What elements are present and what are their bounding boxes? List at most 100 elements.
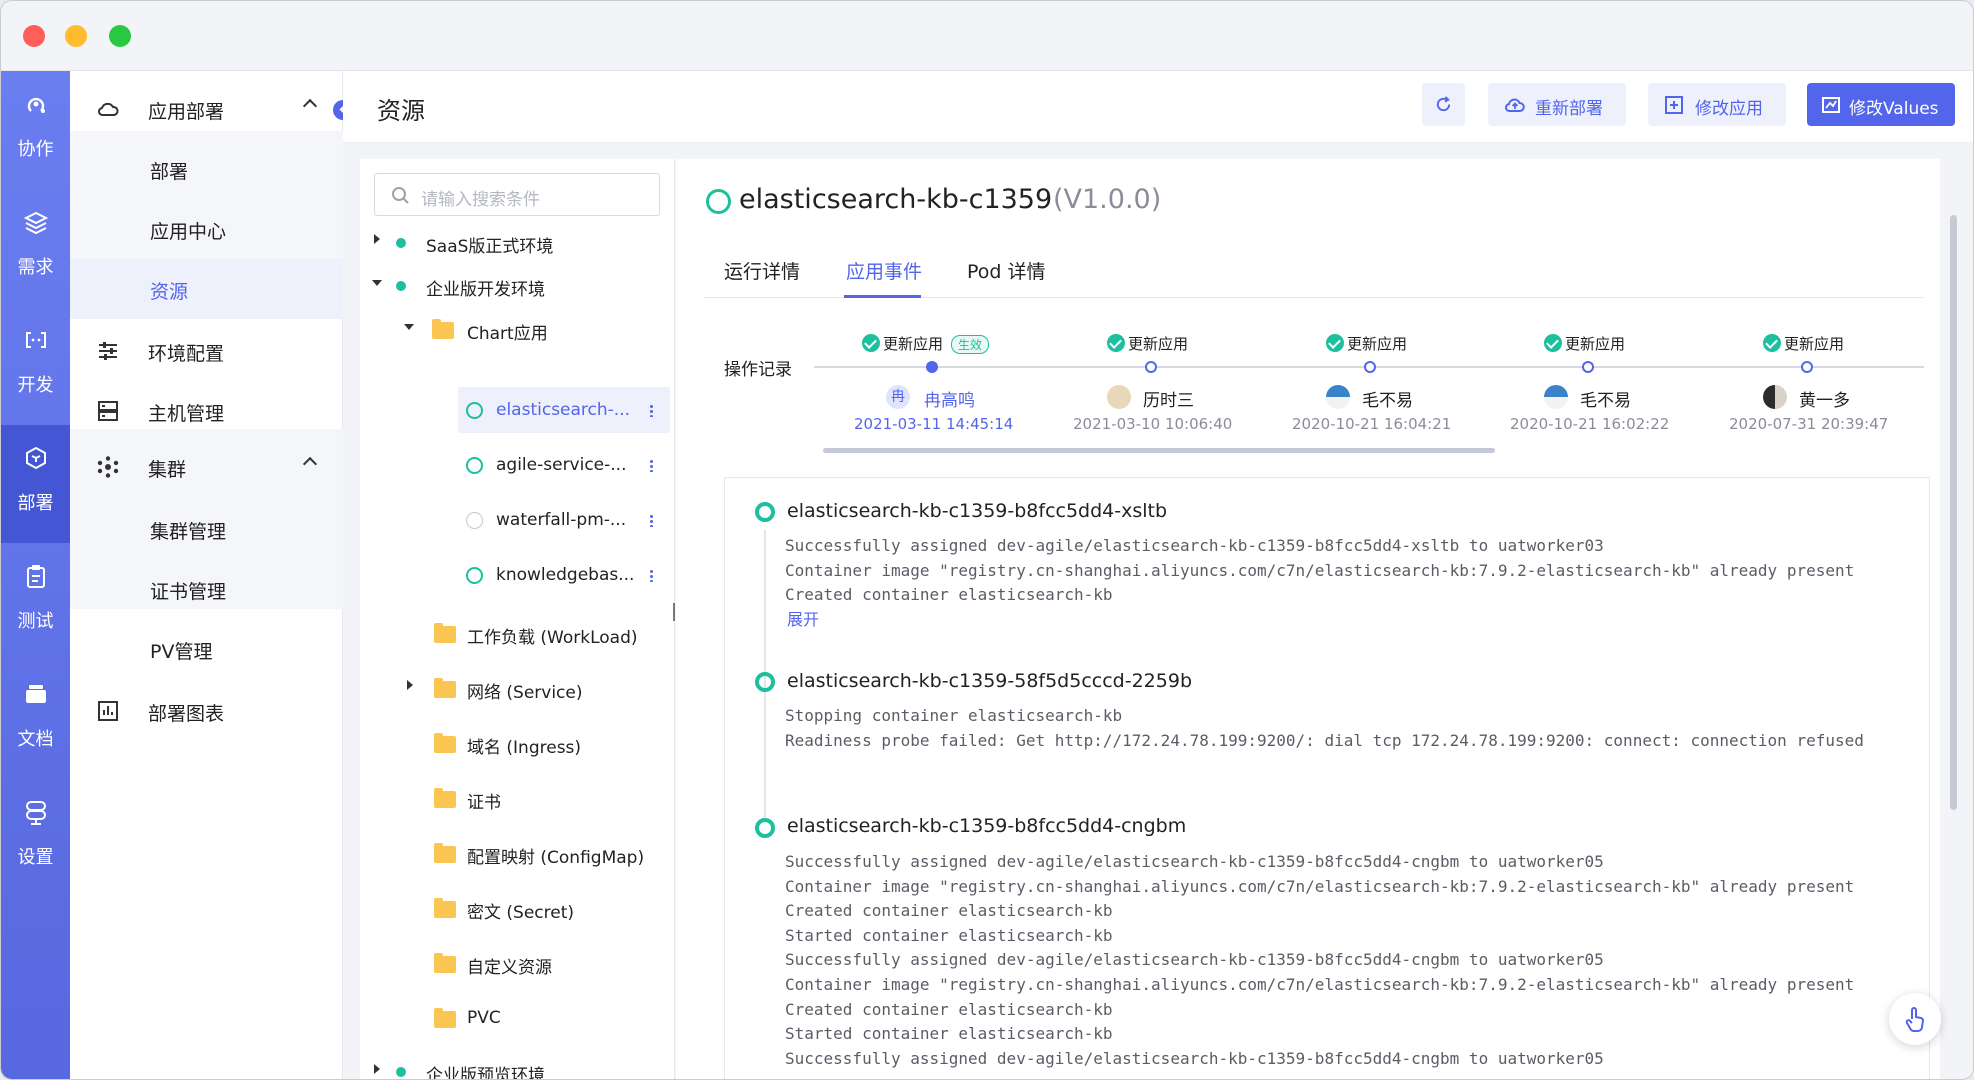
rail-label: 部署	[17, 493, 54, 514]
event-title: elasticsearch-kb-c1359-58f5d5cccd-2259b	[787, 670, 1193, 692]
tree-node-enterprise-dev-env[interactable]: 企业版开发环境	[426, 275, 545, 300]
rail-item-collaboration[interactable]: 协作	[1, 71, 70, 189]
redeploy-button[interactable]: 重新部署	[1488, 83, 1626, 126]
page-title: 资源	[377, 97, 425, 125]
stopped-status-icon	[466, 512, 483, 529]
expand-link[interactable]: 展开	[787, 606, 819, 630]
timeline-user: 历时三	[1143, 391, 1194, 411]
sidebar-item-env-config[interactable]: 环境配置	[70, 321, 343, 381]
rail-item-development[interactable]: 开发	[1, 307, 70, 425]
timeline-event-action: 更新应用	[1763, 333, 1844, 354]
rail-item-docs[interactable]: 文档	[1, 661, 70, 779]
close-window-button[interactable]	[23, 25, 45, 47]
minimize-window-button[interactable]	[65, 25, 87, 47]
sidebar-item-label: 部署	[150, 161, 189, 183]
server-icon	[98, 401, 118, 421]
modify-app-button[interactable]: 修改应用	[1648, 83, 1786, 126]
event-connector	[764, 698, 766, 820]
expand-icon[interactable]	[407, 680, 413, 690]
tree-node-workload[interactable]: 工作负载 (WorkLoad)	[467, 623, 638, 648]
module-rail: 协作 需求 开发 部署 测试 文档 设置	[1, 71, 70, 1079]
timeline-time: 2021-03-11 14:45:14	[854, 415, 1014, 433]
more-options-icon[interactable]	[650, 404, 653, 417]
maximize-window-button[interactable]	[109, 25, 131, 47]
tree-node-certificate[interactable]: 证书	[467, 788, 501, 813]
tree-node-service[interactable]: 网络 (Service)	[467, 678, 583, 703]
tab-run-details[interactable]: 运行详情	[724, 257, 800, 284]
sidebar-item-app-center[interactable]: 应用中心	[70, 199, 343, 259]
sidebar-item-label: 应用部署	[148, 101, 225, 123]
timeline-user: 毛不易	[1362, 391, 1413, 411]
modify-values-button[interactable]: 修改Values	[1807, 83, 1955, 126]
sidebar-item-label: PV管理	[150, 641, 213, 663]
help-button[interactable]	[1889, 993, 1941, 1045]
timeline-node[interactable]	[926, 361, 938, 373]
tree-node-secret[interactable]: 密文 (Secret)	[467, 898, 574, 923]
sidebar-item-cluster[interactable]: 集群	[70, 437, 343, 497]
rail-item-requirements[interactable]: 需求	[1, 189, 70, 307]
collapse-icon[interactable]	[372, 280, 382, 286]
app-name: elasticsearch-kb-c1359	[739, 184, 1053, 215]
sidebar-item-resource[interactable]: 资源	[70, 259, 343, 319]
sidebar-item-cert-mgmt[interactable]: 证书管理	[70, 559, 343, 619]
sidebar-item-label: 部署图表	[148, 703, 225, 725]
tree-node-app-agile-service[interactable]: agile-service-...	[496, 455, 627, 475]
sidebar-item-deploy-charts[interactable]: 部署图表	[70, 681, 343, 741]
event-status-icon	[755, 672, 775, 692]
expand-icon[interactable]	[374, 1064, 380, 1074]
panel-resize-handle[interactable]	[673, 603, 675, 621]
tab-pod-details[interactable]: Pod 详情	[967, 257, 1046, 284]
more-options-icon[interactable]	[650, 459, 653, 472]
rail-item-settings[interactable]: 设置	[1, 779, 70, 897]
expand-icon[interactable]	[374, 234, 380, 244]
refresh-button[interactable]	[1422, 83, 1465, 126]
sidebar-item-label: 证书管理	[150, 581, 227, 603]
redeploy-label: 重新部署	[1535, 99, 1603, 119]
tree-node-chart-app[interactable]: Chart应用	[467, 319, 548, 344]
tab-app-events[interactable]: 应用事件	[846, 257, 922, 284]
folder-icon	[432, 319, 454, 339]
tree-node-app-elasticsearch[interactable]: elasticsearch-...	[496, 400, 630, 420]
sidebar-item-pv-mgmt[interactable]: PV管理	[70, 619, 343, 679]
tree-node-configmap[interactable]: 配置映射 (ConfigMap)	[467, 843, 644, 868]
collapse-icon[interactable]	[404, 324, 414, 330]
bar-chart-icon	[98, 701, 118, 721]
active-tab-indicator	[844, 295, 921, 298]
sidebar-menu: 应用部署 部署 应用中心 资源 环境配置 主机管理 集群 集群管理 证书管理 P…	[70, 71, 343, 1079]
folder-icon	[434, 788, 456, 808]
more-options-icon[interactable]	[650, 514, 653, 527]
timeline-node[interactable]	[1582, 361, 1594, 373]
timeline-action-label: 更新应用	[883, 335, 944, 353]
check-circle-icon	[1544, 334, 1562, 352]
tree-node-app-waterfall-pm[interactable]: waterfall-pm-...	[496, 510, 626, 530]
timeline-node[interactable]	[1145, 361, 1157, 373]
tree-node-pvc[interactable]: PVC	[467, 1008, 501, 1028]
sidebar-item-host-mgmt[interactable]: 主机管理	[70, 381, 343, 441]
touch-hand-icon	[1905, 1007, 1924, 1033]
timeline-action-label: 更新应用	[1347, 335, 1408, 353]
rail-item-deploy[interactable]: 部署	[1, 425, 70, 543]
tree-node-app-knowledgebase[interactable]: knowledgebas...	[496, 565, 634, 585]
edit-box-icon	[1665, 96, 1683, 114]
folder-icon	[434, 1008, 456, 1028]
check-circle-icon	[1763, 334, 1781, 352]
sidebar-item-app-deploy[interactable]: 应用部署	[70, 79, 343, 139]
avatar	[1763, 385, 1787, 409]
timeline-node[interactable]	[1801, 361, 1813, 373]
timeline-scrollbar[interactable]	[823, 448, 1495, 453]
tree-node-custom-resource[interactable]: 自定义资源	[467, 953, 552, 978]
tree-node-enterprise-preview-env[interactable]: 企业版预览环境	[426, 1061, 545, 1079]
page-scrollbar[interactable]	[1950, 215, 1957, 810]
more-options-icon[interactable]	[650, 569, 653, 582]
tree-node-ingress[interactable]: 域名 (Ingress)	[467, 733, 581, 758]
search-input[interactable]: 请输入搜索条件	[374, 173, 660, 216]
tree-node-saas-env[interactable]: SaaS版正式环境	[426, 232, 553, 257]
rail-item-test[interactable]: 测试	[1, 543, 70, 661]
rail-label: 需求	[17, 257, 54, 278]
event-title: elasticsearch-kb-c1359-b8fcc5dd4-xsltb	[787, 500, 1168, 522]
sidebar-item-deploy[interactable]: 部署	[70, 139, 343, 199]
event-status-icon	[755, 818, 775, 838]
timeline-node[interactable]	[1364, 361, 1376, 373]
chevron-up-icon	[302, 98, 318, 114]
sidebar-item-cluster-mgmt[interactable]: 集群管理	[70, 499, 343, 559]
